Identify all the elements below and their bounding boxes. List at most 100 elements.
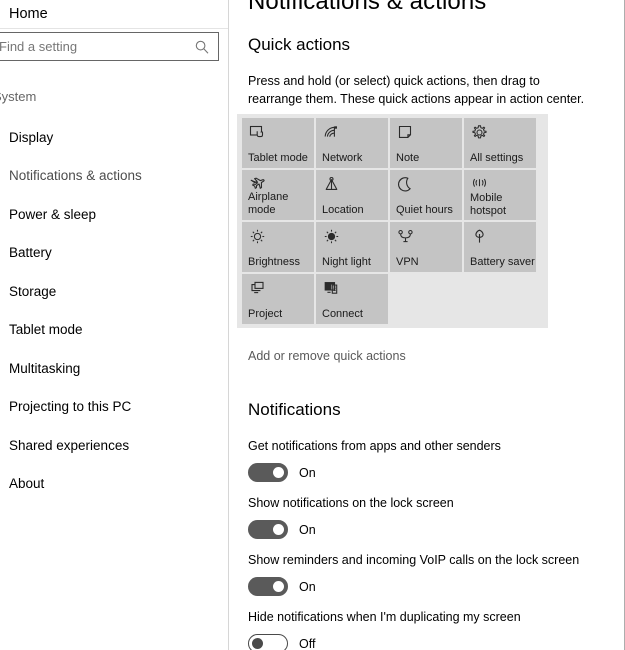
sidebar-divider <box>0 28 228 29</box>
quick-actions-description: Press and hold (or select) quick actions… <box>248 74 585 106</box>
quick-action-tile-location[interactable]: Location <box>316 170 388 220</box>
quick-action-label: Tablet mode <box>248 152 308 164</box>
gear-icon <box>471 124 488 141</box>
quick-action-label: Quiet hours <box>396 204 453 216</box>
sidebar-item-power-and-sleep[interactable]: Power & sleep <box>0 195 228 234</box>
quick-action-label: VPN <box>396 256 419 268</box>
quick-action-tile-note[interactable]: Note <box>390 118 462 168</box>
setting-get-notifications: Get notifications from apps and other se… <box>248 438 618 482</box>
sidebar-item-projecting-to-this-pc[interactable]: Projecting to this PC <box>0 388 228 427</box>
quick-action-tile-network[interactable]: Network <box>316 118 388 168</box>
quick-actions-grid: Tablet mode Network Note All settings Ai… <box>237 114 548 328</box>
setting-lock-screen-notifications: Show notifications on the lock screen On <box>248 495 618 539</box>
network-icon <box>323 124 340 141</box>
toggle-state-label: On <box>299 579 316 594</box>
notifications-heading: Notifications <box>248 400 341 419</box>
toggle-knob <box>273 467 284 478</box>
toggle-get-notifications[interactable] <box>248 463 288 482</box>
sidebar-item-about[interactable]: About <box>0 465 228 504</box>
quick-actions-heading: Quick actions <box>248 35 351 54</box>
location-icon <box>323 176 340 193</box>
toggle-reminders-voip[interactable] <box>248 577 288 596</box>
toggle-row: On <box>248 577 618 596</box>
sidebar-item-label: Display <box>9 129 54 145</box>
quick-action-label: Connect <box>322 308 363 320</box>
moon-icon <box>397 176 414 193</box>
sidebar-item-storage[interactable]: Storage <box>0 272 228 311</box>
quick-action-tile-quiet-hours[interactable]: Quiet hours <box>390 170 462 220</box>
sidebar-item-label: Power & sleep <box>9 206 97 222</box>
sidebar-item-notifications-and-actions[interactable]: Notifications & actions <box>0 157 228 196</box>
sidebar-item-label: Shared experiences <box>9 437 130 453</box>
quick-actions-row: Tablet mode Network Note All settings <box>242 118 548 168</box>
toggle-row: Off <box>248 634 618 650</box>
quick-action-tile-brightness[interactable]: Brightness <box>242 222 314 272</box>
search-icon <box>194 39 210 55</box>
note-icon <box>397 124 414 141</box>
quick-actions-row: Airplane mode Location Quiet hours Mobil… <box>242 170 548 220</box>
quick-action-tile-tablet-mode[interactable]: Tablet mode <box>242 118 314 168</box>
setting-hide-when-duplicating: Hide notifications when I'm duplicating … <box>248 609 618 650</box>
toggle-knob <box>273 524 284 535</box>
setting-label: Hide notifications when I'm duplicating … <box>248 610 521 624</box>
sidebar-item-label: Multitasking <box>9 360 81 376</box>
quick-action-label: Battery saver <box>470 256 535 268</box>
page-title: Notifications & actions <box>248 0 487 15</box>
sidebar-item-home[interactable]: Home <box>0 0 228 28</box>
connect-icon <box>323 280 340 297</box>
search-input[interactable] <box>0 33 191 60</box>
setting-label: Get notifications from apps and other se… <box>248 439 501 453</box>
quick-action-tile-vpn[interactable]: VPN <box>390 222 462 272</box>
sidebar-item-label: Notifications & actions <box>9 168 142 184</box>
quick-actions-row: Brightness Night light VPN Battery saver <box>242 222 548 272</box>
quick-actions-row: Project Connect <box>242 274 548 324</box>
quick-action-tile-airplane-mode[interactable]: Airplane mode <box>242 170 314 220</box>
project-icon <box>249 280 266 297</box>
quick-action-tile-all-settings[interactable]: All settings <box>464 118 536 168</box>
toggle-row: On <box>248 520 618 539</box>
quick-action-tile-battery-saver[interactable]: Battery saver <box>464 222 536 272</box>
quick-action-label: Mobile hotspot <box>470 192 507 217</box>
quick-action-label: Network <box>322 152 363 164</box>
battery-saver-icon <box>471 228 488 245</box>
sidebar-item-shared-experiences[interactable]: Shared experiences <box>0 426 228 465</box>
quick-action-tile-mobile-hotspot[interactable]: Mobile hotspot <box>464 170 536 220</box>
search-box[interactable] <box>0 32 219 61</box>
sidebar-item-display[interactable]: Display <box>0 118 228 157</box>
vpn-icon <box>397 228 414 245</box>
sidebar-item-label: About <box>9 476 45 492</box>
quick-action-label: Location <box>322 204 364 216</box>
brightness-icon <box>249 228 266 245</box>
quick-action-label: Note <box>396 152 420 164</box>
sidebar-item-label: Projecting to this PC <box>9 399 132 415</box>
quick-action-tile-connect[interactable]: Connect <box>316 274 388 324</box>
sidebar-group-label: System <box>0 89 37 104</box>
sidebar-item-label: Storage <box>9 283 57 299</box>
toggle-state-label: Off <box>299 636 316 650</box>
add-or-remove-quick-actions-link[interactable]: Add or remove quick actions <box>248 349 406 363</box>
quick-action-tile-night-light[interactable]: Night light <box>316 222 388 272</box>
hotspot-icon <box>471 176 488 193</box>
quick-action-label: Project <box>248 308 283 320</box>
sidebar: Home System Display Notifications & acti… <box>0 0 229 650</box>
quick-action-tile-project[interactable]: Project <box>242 274 314 324</box>
sidebar-item-label: Battery <box>9 245 52 261</box>
toggle-state-label: On <box>299 522 316 537</box>
setting-label: Show reminders and incoming VoIP calls o… <box>248 553 580 567</box>
settings-window: Home System Display Notifications & acti… <box>0 0 625 650</box>
sidebar-item-tablet-mode[interactable]: Tablet mode <box>0 311 228 350</box>
toggle-hide-when-duplicating[interactable] <box>248 634 288 650</box>
sidebar-item-label: Tablet mode <box>9 322 83 338</box>
toggle-knob <box>273 581 284 592</box>
tablet-mode-icon <box>249 124 266 141</box>
setting-label: Show notifications on the lock screen <box>248 496 454 510</box>
toggle-row: On <box>248 463 618 482</box>
sidebar-item-battery[interactable]: Battery <box>0 234 228 273</box>
toggle-lock-screen-notifications[interactable] <box>248 520 288 539</box>
quick-action-label: Brightness <box>248 256 300 268</box>
toggle-state-label: On <box>299 465 316 480</box>
sidebar-nav-list: Display Notifications & actions Power & … <box>0 118 228 504</box>
toggle-knob <box>252 638 263 649</box>
sidebar-item-multitasking[interactable]: Multitasking <box>0 349 228 388</box>
night-light-icon <box>323 228 340 245</box>
